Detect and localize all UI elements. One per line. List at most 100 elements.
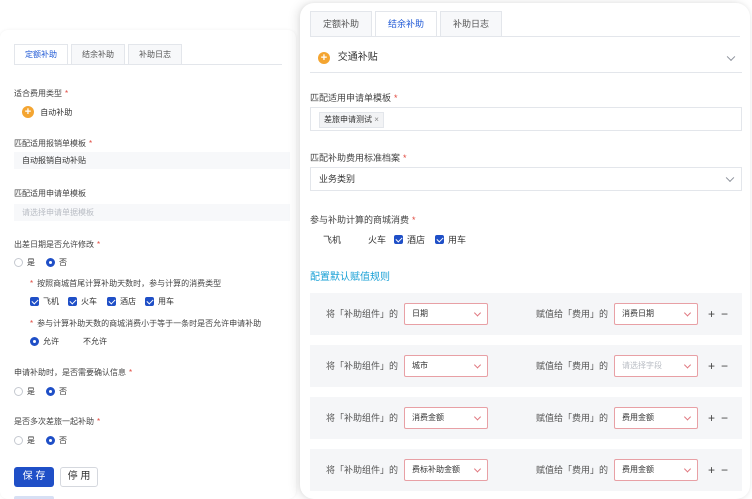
add-circle-icon: + (318, 52, 330, 64)
checkbox-checked-icon (68, 297, 77, 306)
screenshot-root: 定额补助 结余补助 补助日志 适合费用类型 * + 自动补助 匹配适用报销单模板 *… (0, 0, 752, 499)
confirm-info-yes[interactable]: 是 (14, 386, 35, 397)
component-select[interactable]: 日期 (404, 303, 488, 325)
consume-train[interactable]: 火车 (68, 296, 97, 307)
radio-icon (70, 337, 79, 346)
city-note: * 按照商城首尾计算补助天数时，参与计算的消费类型 (30, 279, 222, 288)
multi-trip-yes[interactable]: 是 (14, 435, 35, 446)
date-modify-yes[interactable]: 是 (14, 257, 35, 268)
left-tab-log[interactable]: 补助日志 (128, 44, 182, 64)
rule-mid: 赋值给「费用」的 (536, 465, 609, 475)
confirm-info-label: 申请补助时，是否需要确认信息 * (14, 368, 133, 377)
mall-plane[interactable]: 飞机 (310, 233, 341, 246)
save-button[interactable]: 保 存 (14, 467, 54, 487)
rule-row: 将「补助组件」的 费标补助金额 赋值给「费用」的 费用金额 + − (310, 449, 742, 491)
radio-selected-icon (46, 387, 55, 396)
mall-train[interactable]: 火车 (355, 233, 386, 246)
add-rule-button[interactable]: + (708, 293, 715, 335)
remove-rule-button[interactable]: − (721, 449, 728, 491)
rule-mid: 赋值给「费用」的 (536, 309, 609, 319)
chevron-down-icon (725, 173, 735, 183)
right-panel: 定额补助 结余补助 补助日志 + 交通补贴 匹配适用申请单模板 * 差旅申请测试 … (300, 3, 750, 499)
checkbox-icon (355, 235, 364, 244)
chevron-down-icon (683, 465, 692, 473)
multi-trip-no[interactable]: 否 (46, 435, 67, 446)
chevron-down-icon (473, 465, 482, 473)
checkbox-checked-icon (30, 297, 39, 306)
checkbox-checked-icon (435, 235, 444, 244)
component-select[interactable]: 费标补助金额 (404, 459, 488, 481)
add-rule-button[interactable]: + (708, 397, 715, 439)
chevron-down-icon (473, 413, 482, 421)
rule-mid: 赋值给「费用」的 (536, 361, 609, 371)
close-icon[interactable]: × (374, 115, 379, 124)
date-modify-label: 出差日期是否允许修改 * (14, 240, 101, 249)
standard-file-select[interactable]: 业务类别 (310, 167, 742, 191)
right-tab-fixed[interactable]: 定额补助 (310, 11, 373, 36)
mall-car[interactable]: 用车 (435, 233, 466, 246)
component-select[interactable]: 消费金额 (404, 407, 488, 429)
report-template-label: 匹配适用报销单模板 * (14, 139, 93, 148)
consume-plane[interactable]: 飞机 (30, 296, 59, 307)
multi-trip-label: 是否多次差旅一起补助 * (14, 417, 101, 426)
chevron-down-icon (726, 52, 736, 61)
section-header[interactable]: + 交通补贴 (310, 43, 742, 73)
apply-template-select[interactable]: 差旅申请测试 × (310, 107, 742, 131)
disable-button[interactable]: 停 用 (60, 467, 98, 487)
radio-icon (14, 387, 23, 396)
radio-selected-icon (30, 337, 39, 346)
expense-select[interactable]: 费用金额 (614, 407, 698, 429)
chevron-down-icon (473, 361, 482, 369)
standard-file-label: 匹配补助费用标准档案 * (310, 153, 407, 163)
template-tag: 差旅申请测试 × (319, 112, 384, 128)
right-tab-balance[interactable]: 结余补助 (375, 11, 438, 36)
add-circle-icon: + (22, 106, 34, 118)
allow-yes[interactable]: 允许 (30, 336, 59, 347)
chevron-down-icon (683, 309, 692, 317)
chevron-down-icon (473, 309, 482, 317)
right-tab-log[interactable]: 补助日志 (440, 11, 503, 36)
date-modify-no[interactable]: 否 (46, 257, 67, 268)
consume-car[interactable]: 用车 (145, 296, 174, 307)
left-tab-fixed[interactable]: 定额补助 (14, 44, 68, 64)
consume-hotel[interactable]: 酒店 (107, 296, 136, 307)
rule-row: 将「补助组件」的 日期 赋值给「费用」的 消费日期 + − (310, 293, 742, 335)
rule-prefix: 将「补助组件」的 (326, 465, 399, 475)
confirm-info-no[interactable]: 否 (46, 386, 67, 397)
add-rule-button[interactable]: + (708, 345, 715, 387)
expense-select[interactable]: 消费日期 (614, 303, 698, 325)
apply-template-label: 匹配适用申请单模板 * (310, 93, 398, 103)
rule-prefix: 将「补助组件」的 (326, 309, 399, 319)
apply-template-label: 匹配适用申请单模板 (14, 189, 86, 198)
radio-icon (14, 258, 23, 267)
left-tabs: 定额补助 结余补助 补助日志 (14, 44, 282, 65)
rule-prefix: 将「补助组件」的 (326, 413, 399, 423)
remove-rule-button[interactable]: − (721, 345, 728, 387)
rule-row: 将「补助组件」的 消费金额 赋值给「费用」的 费用金额 + − (310, 397, 742, 439)
expense-select[interactable]: 费用金额 (614, 459, 698, 481)
allow-no[interactable]: 不允许 (70, 336, 107, 347)
expense-type-value[interactable]: + 自动补助 (22, 106, 72, 118)
checkbox-icon (310, 235, 319, 244)
checkbox-checked-icon (394, 235, 403, 244)
left-tab-balance[interactable]: 结余补助 (71, 44, 125, 64)
remove-rule-button[interactable]: − (721, 397, 728, 439)
right-tabs: 定额补助 结余补助 补助日志 (310, 11, 740, 37)
remove-rule-button[interactable]: − (721, 293, 728, 335)
expense-select[interactable]: 请选择字段 (614, 355, 698, 377)
expense-type-label: 适合费用类型 * (14, 89, 69, 98)
config-rule-link[interactable]: 配置默认赋值规则 (310, 268, 390, 283)
rule-mid: 赋值给「费用」的 (536, 413, 609, 423)
report-template-field[interactable]: 自动报销自动补贴 (14, 152, 290, 169)
section-title: 交通补贴 (337, 52, 378, 63)
radio-selected-icon (46, 258, 55, 267)
chevron-down-icon (683, 413, 692, 421)
component-select[interactable]: 城市 (404, 355, 488, 377)
mall-consume-label: 参与补助计算的商城消费 * (310, 215, 416, 225)
rule-prefix: 将「补助组件」的 (326, 361, 399, 371)
mall-hotel[interactable]: 酒店 (394, 233, 425, 246)
checkbox-checked-icon (107, 297, 116, 306)
left-panel: 定额补助 结余补助 补助日志 适合费用类型 * + 自动补助 匹配适用报销单模板 *… (0, 30, 296, 499)
add-rule-button[interactable]: + (708, 449, 715, 491)
apply-template-field[interactable]: 请选择申请单据模板 (14, 204, 290, 221)
